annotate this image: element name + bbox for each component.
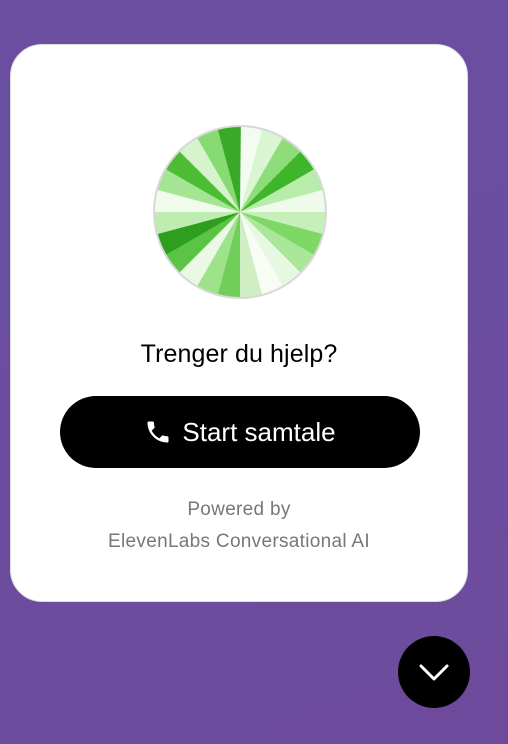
start-conversation-label: Start samtale: [182, 416, 336, 447]
phone-icon: [144, 418, 172, 446]
powered-by-line: Powered by: [187, 499, 291, 520]
provider-name: ElevenLabs Conversational AI: [108, 531, 370, 552]
chevron-down-icon: [419, 664, 449, 681]
collapse-widget-button[interactable]: [398, 636, 470, 708]
voice-orb: [152, 124, 328, 300]
help-prompt: Trenger du hjelp?: [140, 340, 338, 368]
powered-by-text: Powered by ElevenLabs Conversational AI: [11, 494, 467, 558]
start-conversation-button[interactable]: Start samtale: [60, 396, 420, 468]
conversation-widget-card: Trenger du hjelp? Start samtale Powered …: [10, 44, 468, 602]
